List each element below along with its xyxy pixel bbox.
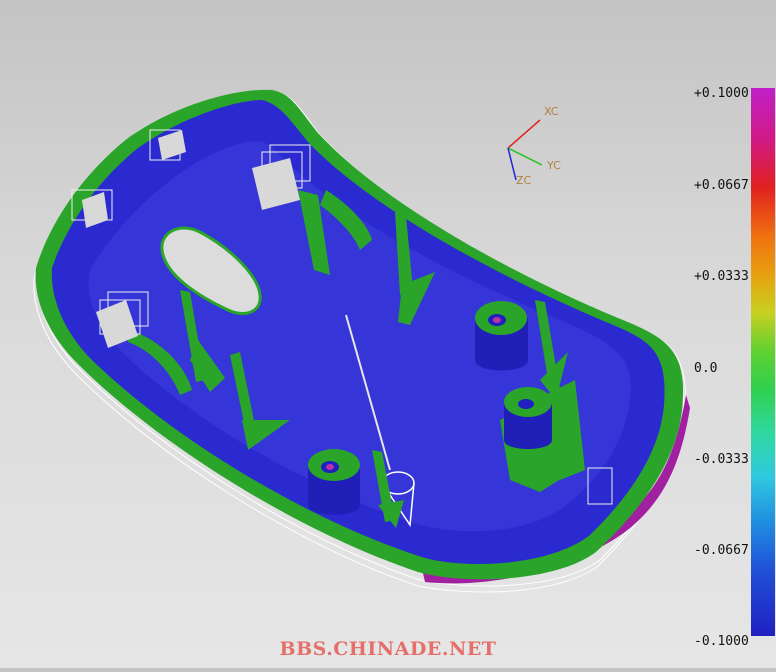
screw-boss-2 — [308, 449, 360, 515]
legend-label-high: +0.0667 — [694, 178, 749, 193]
legend-label-low: -0.0667 — [694, 543, 749, 558]
watermark-text: BBS.CHINADE.NET — [279, 638, 497, 660]
mouse-shell-model[interactable] — [0, 0, 776, 668]
axis-label-yc: YC — [547, 159, 561, 172]
coordinate-triad — [507, 119, 543, 181]
axis-label-zc: ZC — [516, 174, 532, 187]
legend-label-zero: 0.0 — [694, 361, 718, 376]
graphics-viewport[interactable]: XC YC ZC — [0, 0, 776, 668]
screw-boss-3 — [504, 387, 552, 449]
screw-boss-1 — [475, 301, 528, 371]
axis-label-xc: XC — [544, 105, 559, 118]
legend-label-max: +0.1000 — [694, 86, 749, 101]
legend-label-mid-high: +0.0333 — [694, 269, 749, 284]
legend-label-mid-low: -0.0333 — [694, 452, 749, 467]
